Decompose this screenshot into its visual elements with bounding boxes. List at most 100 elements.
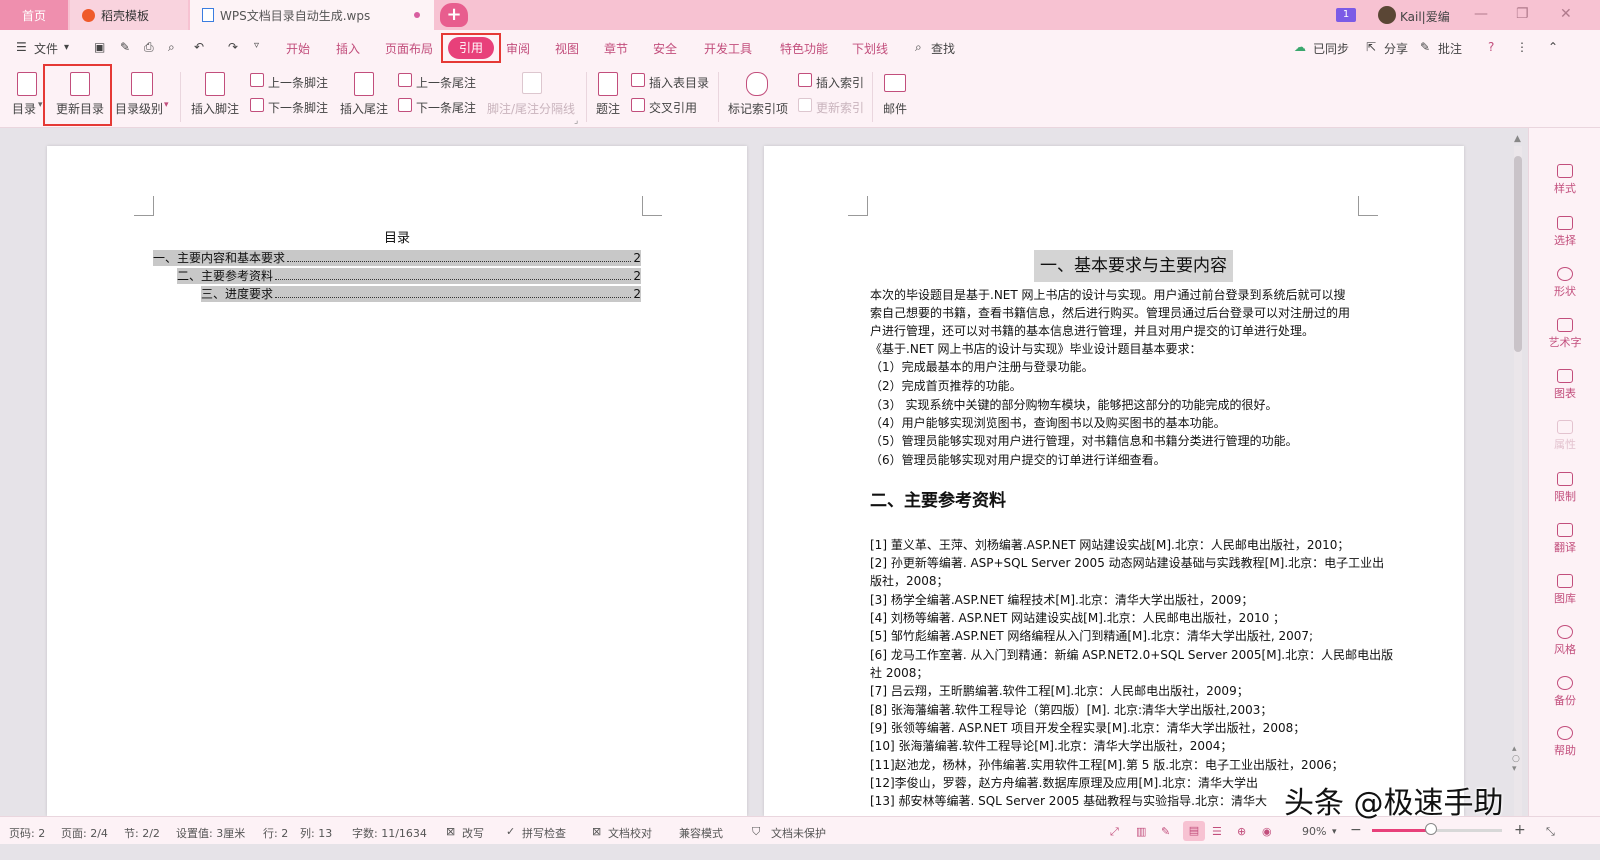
status-setting[interactable]: 设置值: 3厘米 — [176, 825, 245, 841]
toc-level-button[interactable]: 目录级别 — [115, 100, 163, 117]
cross-reference-button[interactable]: 交叉引用 — [649, 99, 697, 116]
status-protection[interactable]: 文档未保护 — [771, 825, 826, 841]
insert-endnote-icon[interactable] — [354, 72, 374, 96]
menu-view[interactable]: 视图 — [555, 40, 579, 57]
cross-reference-icon[interactable] — [631, 98, 645, 112]
menu-start[interactable]: 开始 — [286, 40, 310, 57]
dialog-launcher-icon[interactable]: ⌟ — [574, 116, 578, 126]
collapse-ribbon-icon[interactable]: ⌃ — [1548, 40, 1558, 54]
menu-file[interactable]: 文件 — [34, 40, 58, 57]
menu-developer[interactable]: 开发工具 — [704, 40, 752, 57]
wordart-panel-button[interactable]: 艺术字 — [1529, 318, 1600, 350]
menu-chapter[interactable]: 章节 — [604, 40, 628, 57]
scroll-up-icon[interactable]: ▲ — [1514, 134, 1521, 144]
gallery-panel-button[interactable]: 图库 — [1529, 574, 1600, 606]
mark-index-entry-button[interactable]: 标记索引项 — [728, 100, 788, 117]
style-panel-button[interactable]: 样式 — [1529, 164, 1600, 196]
print-preview-icon[interactable]: ⌕ — [168, 40, 175, 55]
comment-button[interactable]: 批注 — [1438, 40, 1462, 57]
next-footnote-icon[interactable] — [250, 98, 264, 112]
restore-icon[interactable]: ❐ — [1516, 6, 1529, 22]
zoom-dropdown-icon[interactable]: ▾ — [1332, 827, 1337, 837]
notification-badge[interactable]: 1 — [1336, 8, 1356, 22]
reading-mode-icon[interactable]: ▥ — [1136, 825, 1146, 838]
web-view-icon[interactable]: ⊕ — [1237, 825, 1246, 838]
menu-security[interactable]: 安全 — [653, 40, 677, 57]
toc-button[interactable]: 目录 — [12, 100, 36, 117]
synced-status[interactable]: 已同步 — [1313, 40, 1349, 57]
prev-footnote-button[interactable]: 上一条脚注 — [268, 74, 328, 91]
save-icon[interactable]: ▣ — [94, 40, 105, 54]
undo-icon[interactable]: ↶ — [194, 40, 204, 54]
tab-docer-templates[interactable]: 稻壳模板 — [70, 0, 188, 30]
next-endnote-button[interactable]: 下一条尾注 — [416, 99, 476, 116]
minimize-icon[interactable]: — — [1474, 6, 1488, 22]
status-pages[interactable]: 页面: 2/4 — [61, 825, 108, 841]
restrict-panel-button[interactable]: 限制 — [1529, 472, 1600, 504]
insert-endnote-button[interactable]: 插入尾注 — [340, 100, 388, 117]
insert-index-icon[interactable] — [798, 73, 812, 87]
tab-home[interactable]: 首页 — [0, 0, 68, 30]
status-col[interactable]: 列: 13 — [300, 825, 332, 841]
share-button[interactable]: 分享 — [1384, 40, 1408, 57]
insert-footnote-icon[interactable] — [205, 72, 225, 96]
prev-footnote-icon[interactable] — [250, 73, 264, 87]
select-panel-button[interactable]: 选择 — [1529, 216, 1600, 248]
insert-table-of-figures-icon[interactable] — [631, 73, 645, 87]
print-icon[interactable]: ⎙ — [144, 40, 154, 55]
menu-review[interactable]: 审阅 — [506, 40, 530, 57]
insert-footnote-button[interactable]: 插入脚注 — [191, 100, 239, 117]
chevron-down-icon[interactable]: ▾ — [64, 42, 69, 53]
new-tab-button[interactable]: + — [440, 3, 468, 27]
prev-endnote-button[interactable]: 上一条尾注 — [416, 74, 476, 91]
outline-view-icon[interactable]: ☰ — [1212, 825, 1222, 838]
menu-underline[interactable]: 下划线 — [852, 40, 888, 57]
zoom-in-icon[interactable]: + — [1514, 822, 1526, 838]
caption-button[interactable]: 题注 — [596, 100, 620, 117]
help-icon[interactable]: ? — [1488, 40, 1494, 54]
fullscreen-icon[interactable]: ⤢ — [1110, 825, 1119, 839]
translate-panel-button[interactable]: 翻译 — [1529, 523, 1600, 555]
prev-endnote-icon[interactable] — [398, 73, 412, 87]
quick-access-more-icon[interactable]: ▿ — [254, 40, 259, 51]
status-compat-mode[interactable]: 兼容模式 — [679, 825, 723, 841]
mark-index-entry-icon[interactable] — [746, 72, 768, 96]
eye-protection-icon[interactable]: ◉ — [1262, 825, 1272, 838]
search-icon[interactable]: ⌕ — [915, 40, 922, 55]
next-footnote-button[interactable]: 下一条脚注 — [268, 99, 328, 116]
tab-document[interactable]: WPS文档目录自动生成.wps — [190, 0, 434, 30]
zoom-fit-icon[interactable]: ⤡ — [1546, 825, 1555, 839]
toc-level-icon[interactable] — [131, 72, 153, 96]
status-row[interactable]: 行: 2 — [263, 825, 288, 841]
zoom-slider-knob[interactable] — [1424, 823, 1437, 835]
page-view-icon[interactable]: ▤ — [1183, 821, 1205, 841]
toc-entry[interactable]: 三、进度要求 2 — [201, 286, 641, 302]
scrollbar-thumb[interactable] — [1514, 156, 1522, 352]
theme-panel-button[interactable]: 风格 — [1529, 625, 1600, 657]
username-label[interactable]: Kail|爱编 — [1400, 8, 1450, 25]
more-icon[interactable]: ⋮ — [1516, 40, 1528, 54]
format-painter-icon[interactable]: ✎ — [120, 40, 130, 54]
toc-level-dropdown-icon[interactable]: ▾ — [164, 100, 169, 110]
write-mode-icon[interactable]: ✎ — [1161, 825, 1170, 838]
menu-features[interactable]: 特色功能 — [780, 40, 828, 57]
insert-index-button[interactable]: 插入索引 — [816, 74, 864, 91]
hamburger-icon[interactable]: ☰ — [16, 40, 27, 54]
toc-entry[interactable]: 二、主要参考资料 2 — [177, 268, 641, 284]
status-section[interactable]: 节: 2/2 — [124, 825, 160, 841]
page-nav-icon[interactable]: ▴ ○ ▾ — [1512, 744, 1520, 774]
menu-page-layout[interactable]: 页面布局 — [385, 40, 433, 57]
status-proofread[interactable]: 文档校对 — [608, 825, 652, 841]
status-spellcheck[interactable]: 拼写检查 — [522, 825, 566, 841]
zoom-out-icon[interactable]: − — [1350, 822, 1362, 838]
backup-panel-button[interactable]: 备份 — [1529, 676, 1600, 708]
toc-icon[interactable] — [17, 72, 37, 96]
status-overwrite[interactable]: 改写 — [462, 825, 484, 841]
close-icon[interactable]: ✕ — [1560, 6, 1572, 22]
zoom-level[interactable]: 90% — [1302, 825, 1326, 838]
unsaved-dot-icon[interactable] — [414, 12, 420, 18]
toc-dropdown-icon[interactable]: ▾ — [38, 100, 43, 110]
redo-icon[interactable]: ↷ — [228, 40, 238, 54]
mail-button[interactable]: 邮件 — [883, 100, 907, 117]
next-endnote-icon[interactable] — [398, 98, 412, 112]
